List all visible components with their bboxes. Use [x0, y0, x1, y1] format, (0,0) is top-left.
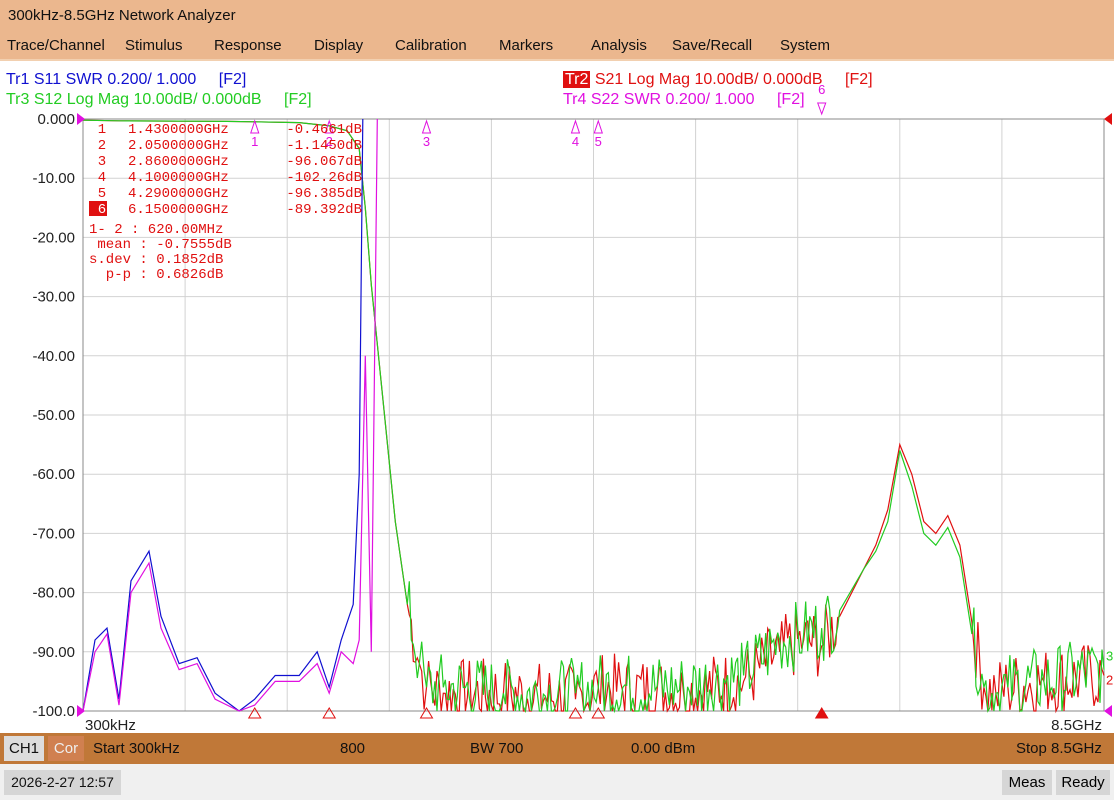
reference-arrow-left-top	[77, 113, 85, 125]
menu-stimulus[interactable]: Stimulus	[125, 37, 183, 54]
y-tick-label: -60.00	[32, 466, 75, 483]
menu-trace-channel[interactable]: Trace/Channel	[7, 37, 105, 54]
marker-row-frequency: 2.0500000GHz	[128, 138, 229, 154]
marker-row-frequency: 6.1500000GHz	[128, 202, 229, 218]
marker-row-frequency: 4.2900000GHz	[128, 186, 229, 202]
marker-5-top-icon	[593, 119, 603, 134]
marker-row-number: 4	[98, 170, 106, 186]
marker-6-axis-icon	[814, 707, 829, 719]
if-bandwidth[interactable]: BW 700	[470, 740, 523, 757]
title-bar: 300kHz-8.5GHz Network Analyzer	[0, 0, 1114, 31]
menu-bar: Trace/Channel Stimulus Response Display …	[0, 31, 1114, 59]
marker-3-top-label: 3	[423, 134, 430, 149]
marker-row-value: -89.392dB	[286, 202, 362, 218]
channel-status-bar: CH1 Cor Start 300kHz 800 BW 700 0.00 dBm…	[0, 733, 1114, 764]
source-power[interactable]: 0.00 dBm	[631, 740, 695, 757]
marker-1-axis-icon	[247, 707, 262, 719]
marker-1-top-icon	[250, 119, 260, 134]
ready-indicator: Ready	[1056, 770, 1110, 795]
menu-system[interactable]: System	[780, 37, 830, 54]
marker-row-number: 6	[98, 202, 106, 218]
menu-analysis[interactable]: Analysis	[591, 37, 647, 54]
marker-4-top-icon	[570, 119, 581, 134]
y-tick-label: -80.00	[32, 585, 75, 602]
reference-arrow-right-bottom	[1104, 705, 1112, 717]
marker-row-frequency: 2.8600000GHz	[128, 154, 229, 170]
marker-3-top-icon	[421, 119, 432, 134]
trace-chart[interactable]: 0.000 -10.00 -20.00 -30.00 -40.00 -50.00 -60.0…	[0, 61, 1114, 735]
y-tick-label: -50.00	[32, 407, 75, 424]
right-edge-label: 3	[1106, 649, 1113, 664]
y-tick-label: -10.00	[32, 170, 75, 187]
reference-arrow-right-top	[1104, 113, 1112, 125]
marker-row-number: 2	[98, 138, 106, 154]
x-stop-label: 8.5GHz	[1051, 717, 1102, 734]
bottom-bar: 2026-2-27 12:57 Meas Ready	[0, 764, 1114, 800]
marker-5-axis-icon	[591, 707, 606, 719]
y-tick-label: -20.00	[32, 229, 75, 246]
marker-6-top-icon	[816, 102, 827, 116]
marker-statistic: s.dev : 0.1852dB	[89, 252, 223, 268]
marker-4-axis-icon	[568, 707, 583, 719]
marker-row-value: -96.067dB	[286, 154, 362, 170]
menu-markers[interactable]: Markers	[499, 37, 553, 54]
marker-row-value: -0.4661dB	[286, 122, 362, 138]
right-edge-label: 2	[1106, 672, 1113, 687]
marker-row-number: 5	[98, 186, 106, 202]
marker-5-top-label: 5	[595, 134, 602, 149]
marker-2-axis-icon	[322, 707, 337, 719]
marker-row-frequency: 4.1000000GHz	[128, 170, 229, 186]
y-tick-label: 0.000	[37, 111, 75, 128]
marker-row-value: -96.385dB	[286, 186, 362, 202]
sweep-points[interactable]: 800	[340, 740, 365, 757]
marker-row-number: 1	[98, 122, 106, 138]
menu-save-recall[interactable]: Save/Recall	[672, 37, 752, 54]
date-time: 2026-2-27 12:57	[4, 770, 121, 795]
marker-statistic: p-p : 0.6826dB	[89, 267, 223, 283]
y-tick-label: -90.00	[32, 644, 75, 661]
start-frequency[interactable]: Start 300kHz	[93, 740, 180, 757]
meas-indicator: Meas	[1002, 770, 1052, 795]
correction-badge[interactable]: Cor	[48, 736, 84, 761]
channel-badge[interactable]: CH1	[4, 736, 44, 761]
plot-area[interactable]: Tr1 S11 SWR 0.200/ 1.000 [F2] Tr3 S12 Lo…	[0, 59, 1114, 735]
y-tick-label: -100.0	[32, 703, 75, 720]
menu-display[interactable]: Display	[314, 37, 363, 54]
marker-6-top-label: 6	[818, 82, 825, 97]
y-tick-label: -30.00	[32, 289, 75, 306]
marker-row-frequency: 1.4300000GHz	[128, 122, 229, 138]
y-tick-label: -70.00	[32, 525, 75, 542]
marker-statistic: 1- 2 : 620.00MHz	[89, 222, 223, 238]
app-title: 300kHz-8.5GHz Network Analyzer	[8, 7, 236, 24]
marker-3-axis-icon	[419, 707, 434, 719]
marker-row-number: 3	[98, 154, 106, 170]
stop-frequency[interactable]: Stop 8.5GHz	[1016, 740, 1102, 757]
y-tick-label: -40.00	[32, 348, 75, 365]
marker-1-top-label: 1	[251, 134, 258, 149]
menu-response[interactable]: Response	[214, 37, 282, 54]
menu-calibration[interactable]: Calibration	[395, 37, 467, 54]
marker-statistic: mean : -0.7555dB	[89, 237, 232, 253]
marker-4-top-label: 4	[572, 134, 579, 149]
marker-row-value: -102.26dB	[286, 170, 362, 186]
marker-row-value: -1.1450dB	[286, 138, 362, 154]
x-start-label: 300kHz	[85, 717, 136, 734]
